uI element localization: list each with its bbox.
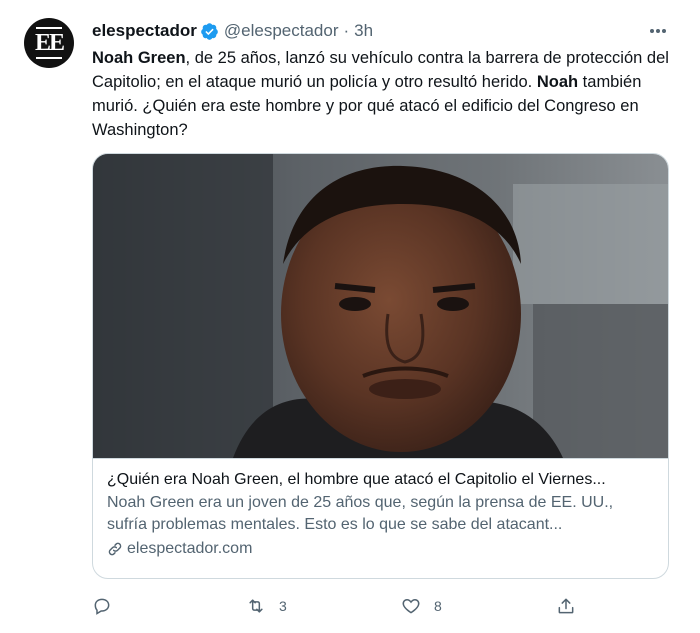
account-name[interactable]: elespectador — [92, 21, 197, 41]
verified-badge-icon — [201, 22, 218, 40]
tweet-bold-name: Noah Green — [92, 49, 186, 67]
link-card[interactable]: ¿Quién era Noah Green, el hombre que ata… — [92, 153, 669, 579]
retweet-button[interactable]: 3 — [245, 596, 287, 616]
share-button[interactable] — [556, 596, 576, 616]
tweet-text: Noah Green, de 25 años, lanzó su vehícul… — [92, 46, 677, 142]
card-title[interactable]: ¿Quién era Noah Green, el hombre que ata… — [107, 469, 655, 491]
avatar-rule-top — [36, 27, 62, 29]
retweet-count: 3 — [279, 598, 287, 614]
share-icon — [558, 598, 574, 614]
link-icon — [108, 542, 122, 556]
reply-icon — [94, 598, 110, 615]
account-handle[interactable]: @elespectador — [224, 21, 339, 41]
like-count: 8 — [434, 598, 442, 614]
card-photo[interactable] — [93, 154, 669, 459]
card-domain-text: elespectador.com — [127, 540, 253, 557]
card-description: Noah Green era un joven de 25 años que, … — [107, 494, 614, 533]
avatar-logo-text: EE — [34, 30, 65, 56]
tweet-bold-first-name: Noah — [536, 73, 579, 91]
reply-button[interactable] — [92, 596, 124, 616]
tweet-actions: 3 8 — [0, 596, 700, 620]
more-options-icon[interactable] — [646, 22, 670, 40]
avatar-rule-bottom — [36, 57, 62, 59]
header-separator: · — [343, 21, 350, 40]
like-button[interactable]: 8 — [400, 596, 442, 616]
heart-icon — [402, 598, 420, 614]
tweet-header: elespectador @elespectador · 3h — [92, 20, 373, 42]
card-domain[interactable]: elespectador.com — [107, 538, 252, 560]
retweet-icon — [249, 599, 263, 613]
tweet[interactable]: EE elespectador @elespectador · 3h Noah … — [0, 0, 700, 633]
tweet-timestamp[interactable]: 3h — [354, 21, 373, 41]
avatar[interactable]: EE — [24, 18, 74, 68]
